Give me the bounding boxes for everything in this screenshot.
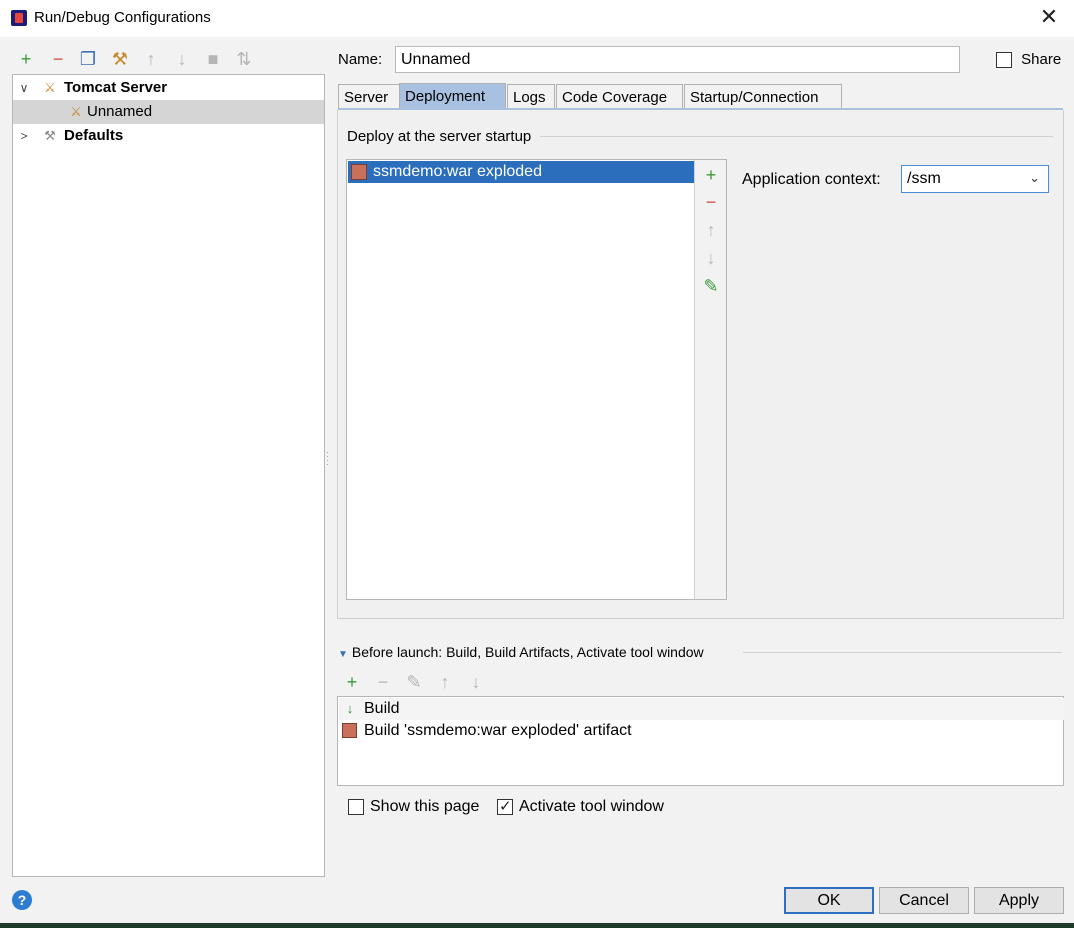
window-title: Run/Debug Configurations <box>34 9 211 26</box>
help-icon[interactable]: ? <box>12 890 32 910</box>
activate-tool-window-option[interactable]: Activate tool window <box>497 797 664 817</box>
add-task-button[interactable]: + <box>340 669 364 695</box>
config-tree: ∨ ⚔ Tomcat Server ⚔ Unnamed > ⚒ Defaults <box>12 74 325 877</box>
tab-deployment[interactable]: Deployment <box>399 83 506 110</box>
section-divider <box>743 652 1062 653</box>
tab-server[interactable]: Server <box>338 84 400 110</box>
edit-task-button[interactable]: ✎ <box>402 669 426 695</box>
activate-tool-window-checkbox[interactable] <box>497 797 513 817</box>
copy-config-button[interactable]: ❐ <box>76 46 100 72</box>
tree-item-label: Unnamed <box>87 103 153 120</box>
tree-item-label: Tomcat Server <box>64 79 168 96</box>
name-label: Name: <box>338 51 383 68</box>
artifact-icon <box>351 164 367 180</box>
sort-button[interactable]: ⇅ <box>232 46 256 72</box>
name-field[interactable]: Unnamed <box>395 46 960 73</box>
application-context-combo[interactable]: /ssm ⌄ <box>901 165 1049 193</box>
folder-button[interactable]: ■ <box>201 46 225 72</box>
build-icon: ↓ <box>346 701 354 716</box>
application-context-value[interactable]: /ssm <box>907 170 941 188</box>
deploy-list-toolbar: + − ↑ ↓ ✎ <box>694 159 727 600</box>
move-down-button[interactable]: ↓ <box>699 247 723 269</box>
edit-pencil-icon[interactable]: ✎ <box>699 275 723 297</box>
cancel-button[interactable]: Cancel <box>879 887 969 914</box>
share-checkbox-box[interactable] <box>996 52 1012 69</box>
tree-item-tomcat-server[interactable]: ∨ ⚔ Tomcat Server <box>13 76 324 100</box>
title-bar: Run/Debug Configurations ✕ <box>0 0 1074 37</box>
tree-item-defaults[interactable]: > ⚒ Defaults <box>13 124 324 148</box>
task-label: Build <box>364 700 400 717</box>
chevron-down-icon[interactable]: ∨ <box>17 76 31 100</box>
move-down-button[interactable]: ↓ <box>170 46 194 72</box>
task-label: Build 'ssmdemo:war exploded' artifact <box>364 722 632 739</box>
show-this-page-checkbox[interactable] <box>348 798 364 815</box>
collapse-triangle-icon[interactable]: ▼ <box>338 649 348 660</box>
tree-item-label: Defaults <box>64 127 124 144</box>
activate-tool-window-label: Activate tool window <box>519 798 664 815</box>
show-this-page-label: Show this page <box>370 798 480 815</box>
remove-task-button[interactable]: − <box>371 669 395 695</box>
splitter-handle[interactable]: · · · · <box>326 448 330 470</box>
tab-logs[interactable]: Logs <box>507 84 555 110</box>
move-up-button[interactable]: ↑ <box>139 46 163 72</box>
intellij-app-icon <box>11 10 27 26</box>
list-item[interactable]: Build 'ssmdemo:war exploded' artifact <box>339 720 1064 742</box>
edit-defaults-button[interactable]: ⚒ <box>108 46 132 72</box>
tab-code-coverage[interactable]: Code Coverage <box>556 84 683 110</box>
list-item[interactable]: ↓ Build <box>339 698 1064 720</box>
share-label: Share <box>1021 51 1062 68</box>
deploy-section-title: Deploy at the server startup <box>347 128 532 145</box>
move-up-button[interactable]: ↑ <box>699 219 723 241</box>
section-divider <box>540 136 1053 137</box>
artifact-icon <box>342 723 357 738</box>
artifact-label: ssmdemo:war exploded <box>373 163 542 180</box>
tomcat-icon: ⚔ <box>70 104 82 119</box>
share-checkbox[interactable]: Share <box>996 50 1061 70</box>
move-up-button[interactable]: ↑ <box>433 669 457 695</box>
move-down-button[interactable]: ↓ <box>464 669 488 695</box>
apply-button[interactable]: Apply <box>974 887 1064 914</box>
remove-config-button[interactable]: − <box>46 46 70 72</box>
taskbar-edge <box>0 923 1074 928</box>
wrench-icon: ⚒ <box>44 128 56 143</box>
add-artifact-button[interactable]: + <box>699 164 723 186</box>
tree-item-unnamed[interactable]: ⚔ Unnamed <box>13 100 324 124</box>
before-launch-list[interactable]: ↓ Build Build 'ssmdemo:war exploded' art… <box>337 696 1064 786</box>
close-icon[interactable]: ✕ <box>1036 4 1062 30</box>
show-this-page-option[interactable]: Show this page <box>348 797 479 817</box>
chevron-right-icon[interactable]: > <box>17 124 31 148</box>
add-config-button[interactable]: + <box>14 46 38 72</box>
list-item[interactable]: ssmdemo:war exploded <box>348 161 694 183</box>
remove-artifact-button[interactable]: − <box>699 191 723 213</box>
tomcat-icon: ⚔ <box>44 80 56 95</box>
deploy-artifact-list[interactable]: ssmdemo:war exploded <box>346 159 695 600</box>
ok-button[interactable]: OK <box>784 887 874 914</box>
before-launch-title[interactable]: ▼ Before launch: Build, Build Artifacts, … <box>338 644 704 660</box>
tab-startup-connection[interactable]: Startup/Connection <box>684 84 842 110</box>
application-context-label: Application context: <box>742 171 881 188</box>
chevron-down-icon[interactable]: ⌄ <box>1029 170 1040 186</box>
